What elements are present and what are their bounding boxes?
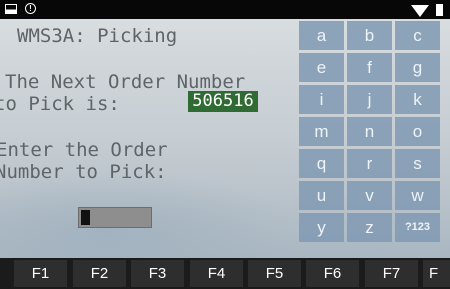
key-r[interactable]: r (347, 149, 392, 178)
text-cursor (81, 210, 90, 225)
f6-button[interactable]: F6 (306, 260, 359, 287)
prompt-next-order-line2: to Pick is: (0, 93, 120, 115)
gallery-icon (5, 4, 17, 14)
f2-button[interactable]: F2 (73, 260, 126, 287)
key-b[interactable]: b (347, 21, 392, 50)
key-v[interactable]: v (347, 181, 392, 210)
key-k[interactable]: k (395, 85, 440, 114)
key-z[interactable]: z (347, 213, 392, 242)
key-g[interactable]: g (395, 53, 440, 82)
next-order-number: 506516 (188, 91, 258, 112)
battery-icon (436, 4, 443, 16)
f7-button[interactable]: F7 (365, 260, 418, 287)
key-n[interactable]: n (347, 117, 392, 146)
screen-title: WMS3A: Picking (17, 25, 178, 47)
f8-button[interactable]: F (423, 260, 450, 287)
key-j[interactable]: j (347, 85, 392, 114)
f1-button[interactable]: F1 (14, 260, 67, 287)
prompt-enter-order-line2: Number to Pick: (0, 161, 167, 183)
prompt-next-order-line1: The Next Order Number (5, 71, 246, 93)
key-e[interactable]: e (299, 53, 344, 82)
alert-icon: ! (25, 3, 36, 14)
f3-button[interactable]: F3 (131, 260, 184, 287)
key-a[interactable]: a (299, 21, 344, 50)
wifi-icon (411, 5, 429, 17)
key-c[interactable]: c (395, 21, 440, 50)
key-s[interactable]: s (395, 149, 440, 178)
prompt-enter-order-line1: Enter the Order (0, 139, 168, 161)
key-w[interactable]: w (395, 181, 440, 210)
key-o[interactable]: o (395, 117, 440, 146)
order-number-input[interactable] (78, 207, 152, 228)
key-u[interactable]: u (299, 181, 344, 210)
key-y[interactable]: y (299, 213, 344, 242)
key-symbols[interactable]: ?123 (395, 213, 440, 242)
function-key-bar: F1 F2 F3 F4 F5 F6 F7 F (0, 258, 450, 289)
f4-button[interactable]: F4 (190, 260, 243, 287)
soft-keyboard: a b c e f g i j k m n o q r s u v w y z … (297, 17, 450, 258)
key-f[interactable]: f (347, 53, 392, 82)
key-i[interactable]: i (299, 85, 344, 114)
key-m[interactable]: m (299, 117, 344, 146)
key-q[interactable]: q (299, 149, 344, 178)
f5-button[interactable]: F5 (248, 260, 301, 287)
